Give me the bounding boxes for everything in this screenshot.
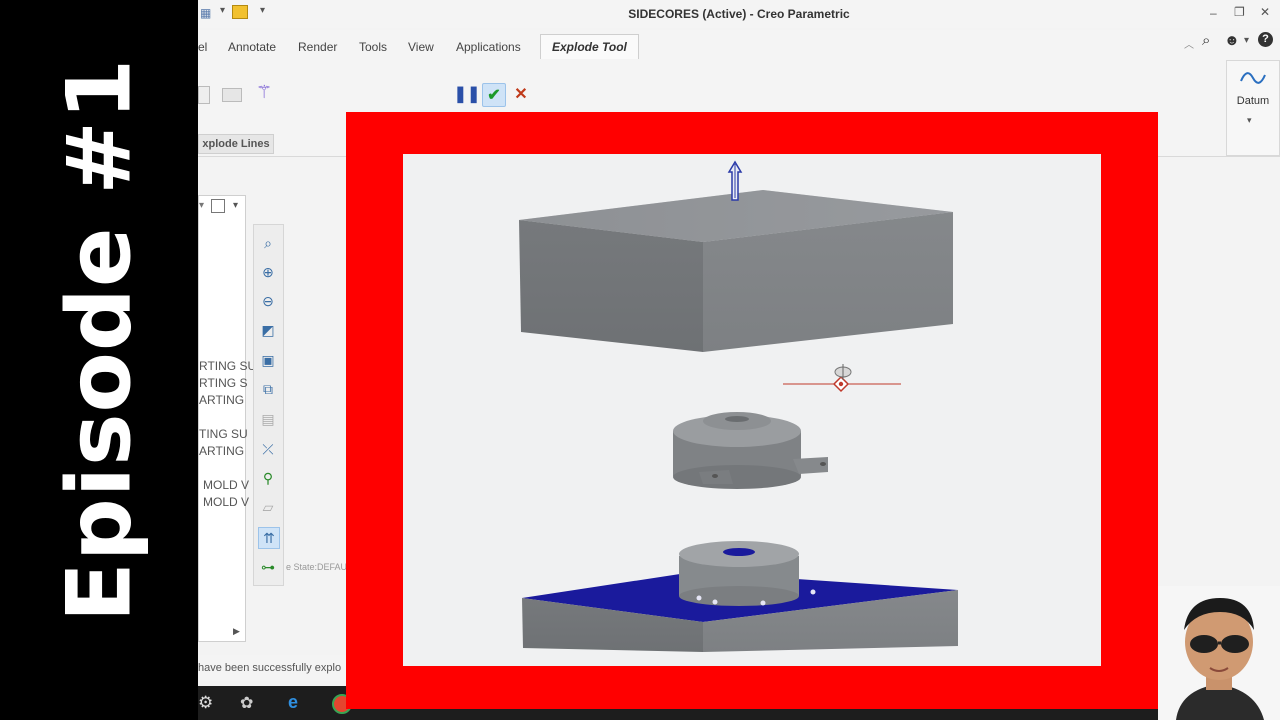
dragger-handle-icon bbox=[783, 364, 901, 393]
presenter-portrait bbox=[1158, 586, 1280, 720]
datum-group[interactable]: Datum ▾ bbox=[1226, 60, 1280, 156]
view-toolbar: ⌕ ⊕ ⊖ ◩ ▣ ⧉ ▤ ⤫ ⚲ ▱ ⇈ ⊶ bbox=[253, 224, 284, 586]
tree-item[interactable]: TING SU bbox=[199, 427, 248, 441]
tree-item[interactable]: ARTING bbox=[199, 393, 244, 407]
explode-lines-tab[interactable]: xplode Lines bbox=[198, 134, 274, 154]
window-title: SIDECORES (Active) - Creo Parametric bbox=[628, 7, 850, 21]
edit-position-icon[interactable]: ⊶ bbox=[258, 557, 278, 577]
ok-button[interactable]: ✔ bbox=[482, 83, 506, 107]
help-icon[interactable]: ? bbox=[1258, 32, 1273, 47]
restore-icon[interactable]: ❐ bbox=[1234, 5, 1245, 19]
zoom-in-icon[interactable]: ⊕ bbox=[258, 262, 278, 282]
collapse-ribbon-icon[interactable]: ︿ bbox=[1184, 36, 1194, 51]
exploded-mold-assembly bbox=[519, 160, 958, 652]
close-icon: ✕ bbox=[514, 86, 528, 103]
tree-item[interactable]: RTING S bbox=[199, 376, 247, 390]
model-tree: ▾ ▾ RTING SU RTING S ARTING TING SU ARTI… bbox=[198, 195, 256, 642]
wand-icon[interactable]: ⚚ bbox=[256, 82, 272, 103]
tree-item[interactable]: MOLD V bbox=[203, 495, 249, 509]
tab-tools[interactable]: Tools bbox=[359, 40, 387, 54]
minimize-icon[interactable]: – bbox=[1210, 6, 1217, 20]
saved-orientations-icon[interactable]: ⧉ bbox=[258, 379, 278, 399]
status-message: have been successfully explo bbox=[198, 662, 342, 674]
graphics-window[interactable] bbox=[403, 154, 1101, 666]
datum-dropdown-icon[interactable]: ▾ bbox=[1247, 115, 1252, 126]
core-part bbox=[673, 412, 828, 489]
tree-columns-icon[interactable] bbox=[211, 199, 225, 213]
edge-icon[interactable]: e bbox=[288, 692, 298, 713]
presenter-webcam bbox=[1158, 586, 1280, 720]
tab-render[interactable]: Render bbox=[298, 40, 337, 54]
lower-mold-block bbox=[522, 541, 958, 652]
tree-dropdown-icon[interactable]: ▾ bbox=[233, 200, 238, 211]
view-manager-icon[interactable]: ▤ bbox=[258, 409, 278, 429]
search-icon[interactable]: ⌕ bbox=[1202, 32, 1210, 49]
tab-annotate[interactable]: Annotate bbox=[228, 40, 276, 54]
checkmark-icon: ✔ bbox=[487, 87, 501, 104]
tab-applications[interactable]: Applications bbox=[456, 40, 521, 54]
refit-icon[interactable]: ⌕ bbox=[258, 233, 278, 253]
scroll-right-icon[interactable]: ▶ bbox=[233, 626, 240, 637]
tab-explode-tool[interactable]: Explode Tool bbox=[540, 34, 639, 59]
repaint-icon[interactable]: ◩ bbox=[258, 320, 278, 340]
episode-title: Episode #1 bbox=[47, 57, 151, 623]
tab-model[interactable]: el bbox=[198, 40, 207, 54]
explode-view-icon[interactable]: ⇈ bbox=[258, 527, 280, 549]
tree-item[interactable]: RTING SU bbox=[199, 359, 256, 373]
community-dropdown-icon[interactable]: ▾ bbox=[1244, 35, 1249, 46]
community-icon[interactable]: ☻ bbox=[1224, 32, 1240, 49]
display-style-icon[interactable]: ▣ bbox=[258, 350, 278, 370]
partial-tool-icon[interactable] bbox=[198, 86, 210, 104]
pause-button[interactable]: ❚❚ bbox=[453, 83, 481, 105]
datum-sketch-icon bbox=[1240, 72, 1266, 84]
tree-settings-icon[interactable]: ▾ bbox=[199, 200, 204, 211]
episode-banner: Episode #1 bbox=[0, 0, 198, 720]
annotation-display-icon[interactable]: ⚲ bbox=[258, 468, 278, 488]
ribbon-tabs: el Annotate Render Tools View Applicatio… bbox=[198, 30, 1280, 61]
creo-icon[interactable]: ✿ bbox=[240, 693, 253, 713]
pause-icon: ❚❚ bbox=[453, 86, 481, 103]
spin-center-icon[interactable]: ▱ bbox=[258, 497, 278, 517]
tab-view[interactable]: View bbox=[408, 40, 434, 54]
grid-tool-icon[interactable] bbox=[222, 88, 242, 102]
close-window-icon[interactable]: ✕ bbox=[1260, 5, 1270, 19]
tree-item[interactable]: ARTING bbox=[199, 444, 244, 458]
datum-label: Datum bbox=[1236, 95, 1270, 107]
cancel-button[interactable]: ✕ bbox=[510, 83, 532, 105]
datum-display-icon[interactable]: ⤫ bbox=[258, 439, 278, 459]
title-bar: ▦ ▾ ▾ SIDECORES (Active) - Creo Parametr… bbox=[198, 0, 1280, 28]
tree-item[interactable]: MOLD V bbox=[203, 478, 249, 492]
zoom-out-icon[interactable]: ⊖ bbox=[258, 291, 278, 311]
upper-mold-block bbox=[519, 190, 953, 352]
settings-icon[interactable]: ⚙ bbox=[198, 693, 213, 713]
